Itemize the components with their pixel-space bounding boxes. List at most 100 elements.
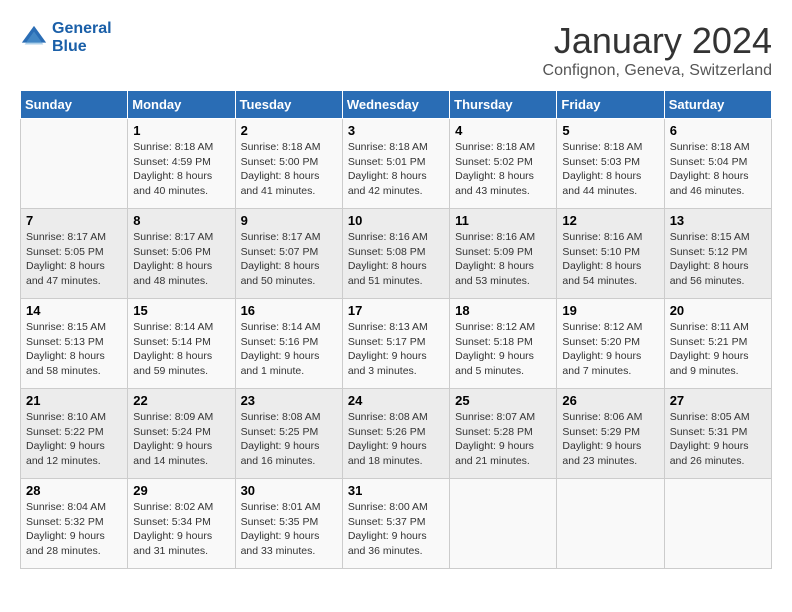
day-info: Sunrise: 8:18 AM Sunset: 5:02 PM Dayligh… — [455, 140, 551, 199]
calendar-cell: 4 Sunrise: 8:18 AM Sunset: 5:02 PM Daylig… — [450, 119, 557, 209]
calendar-cell: 16 Sunrise: 8:14 AM Sunset: 5:16 PM Dayli… — [235, 299, 342, 389]
calendar-title: January 2024 — [543, 20, 772, 62]
calendar-cell: 15 Sunrise: 8:14 AM Sunset: 5:14 PM Dayli… — [128, 299, 235, 389]
day-info: Sunrise: 8:17 AM Sunset: 5:07 PM Dayligh… — [241, 230, 337, 289]
day-number: 21 — [26, 393, 122, 408]
day-number: 1 — [133, 123, 229, 138]
day-info: Sunrise: 8:16 AM Sunset: 5:10 PM Dayligh… — [562, 230, 658, 289]
day-number: 8 — [133, 213, 229, 228]
calendar-subtitle: Confignon, Geneva, Switzerland — [543, 62, 772, 80]
calendar-cell: 2 Sunrise: 8:18 AM Sunset: 5:00 PM Daylig… — [235, 119, 342, 209]
calendar-cell — [21, 119, 128, 209]
day-info: Sunrise: 8:15 AM Sunset: 5:12 PM Dayligh… — [670, 230, 766, 289]
column-header-tuesday: Tuesday — [235, 91, 342, 119]
calendar-cell: 25 Sunrise: 8:07 AM Sunset: 5:28 PM Dayli… — [450, 389, 557, 479]
column-header-saturday: Saturday — [664, 91, 771, 119]
day-number: 10 — [348, 213, 444, 228]
day-info: Sunrise: 8:18 AM Sunset: 5:03 PM Dayligh… — [562, 140, 658, 199]
day-info: Sunrise: 8:12 AM Sunset: 5:20 PM Dayligh… — [562, 320, 658, 379]
day-number: 14 — [26, 303, 122, 318]
day-info: Sunrise: 8:04 AM Sunset: 5:32 PM Dayligh… — [26, 500, 122, 559]
column-header-wednesday: Wednesday — [342, 91, 449, 119]
calendar-cell: 6 Sunrise: 8:18 AM Sunset: 5:04 PM Daylig… — [664, 119, 771, 209]
day-info: Sunrise: 8:18 AM Sunset: 5:00 PM Dayligh… — [241, 140, 337, 199]
day-number: 17 — [348, 303, 444, 318]
calendar-cell: 8 Sunrise: 8:17 AM Sunset: 5:06 PM Daylig… — [128, 209, 235, 299]
logo-icon — [20, 24, 48, 52]
logo-text: General Blue — [52, 20, 112, 56]
day-info: Sunrise: 8:14 AM Sunset: 5:16 PM Dayligh… — [241, 320, 337, 379]
day-info: Sunrise: 8:13 AM Sunset: 5:17 PM Dayligh… — [348, 320, 444, 379]
calendar-week-row: 21 Sunrise: 8:10 AM Sunset: 5:22 PM Dayli… — [21, 389, 772, 479]
day-number: 4 — [455, 123, 551, 138]
day-info: Sunrise: 8:08 AM Sunset: 5:25 PM Dayligh… — [241, 410, 337, 469]
day-number: 25 — [455, 393, 551, 408]
calendar-cell: 28 Sunrise: 8:04 AM Sunset: 5:32 PM Dayli… — [21, 479, 128, 569]
day-info: Sunrise: 8:05 AM Sunset: 5:31 PM Dayligh… — [670, 410, 766, 469]
day-info: Sunrise: 8:07 AM Sunset: 5:28 PM Dayligh… — [455, 410, 551, 469]
day-info: Sunrise: 8:01 AM Sunset: 5:35 PM Dayligh… — [241, 500, 337, 559]
column-header-thursday: Thursday — [450, 91, 557, 119]
day-info: Sunrise: 8:12 AM Sunset: 5:18 PM Dayligh… — [455, 320, 551, 379]
day-number: 31 — [348, 483, 444, 498]
day-number: 24 — [348, 393, 444, 408]
day-number: 30 — [241, 483, 337, 498]
day-info: Sunrise: 8:16 AM Sunset: 5:09 PM Dayligh… — [455, 230, 551, 289]
day-info: Sunrise: 8:18 AM Sunset: 5:04 PM Dayligh… — [670, 140, 766, 199]
logo: General Blue — [20, 20, 112, 56]
day-info: Sunrise: 8:10 AM Sunset: 5:22 PM Dayligh… — [26, 410, 122, 469]
calendar-table: SundayMondayTuesdayWednesdayThursdayFrid… — [20, 90, 772, 569]
day-number: 19 — [562, 303, 658, 318]
calendar-cell: 31Sunrise: 8:00 AM Sunset: 5:37 PM Dayli… — [342, 479, 449, 569]
calendar-cell: 24 Sunrise: 8:08 AM Sunset: 5:26 PM Dayli… — [342, 389, 449, 479]
day-info: Sunrise: 8:14 AM Sunset: 5:14 PM Dayligh… — [133, 320, 229, 379]
day-number: 27 — [670, 393, 766, 408]
calendar-cell: 10 Sunrise: 8:16 AM Sunset: 5:08 PM Dayli… — [342, 209, 449, 299]
day-number: 3 — [348, 123, 444, 138]
day-number: 7 — [26, 213, 122, 228]
calendar-cell: 13 Sunrise: 8:15 AM Sunset: 5:12 PM Dayli… — [664, 209, 771, 299]
day-info: Sunrise: 8:16 AM Sunset: 5:08 PM Dayligh… — [348, 230, 444, 289]
calendar-cell: 17 Sunrise: 8:13 AM Sunset: 5:17 PM Dayli… — [342, 299, 449, 389]
day-info: Sunrise: 8:08 AM Sunset: 5:26 PM Dayligh… — [348, 410, 444, 469]
calendar-cell — [450, 479, 557, 569]
day-number: 13 — [670, 213, 766, 228]
day-info: Sunrise: 8:17 AM Sunset: 5:06 PM Dayligh… — [133, 230, 229, 289]
calendar-cell: 23 Sunrise: 8:08 AM Sunset: 5:25 PM Dayli… — [235, 389, 342, 479]
calendar-week-row: 7 Sunrise: 8:17 AM Sunset: 5:05 PM Daylig… — [21, 209, 772, 299]
calendar-cell: 18 Sunrise: 8:12 AM Sunset: 5:18 PM Dayli… — [450, 299, 557, 389]
day-info: Sunrise: 8:15 AM Sunset: 5:13 PM Dayligh… — [26, 320, 122, 379]
day-number: 6 — [670, 123, 766, 138]
calendar-week-row: 14 Sunrise: 8:15 AM Sunset: 5:13 PM Dayli… — [21, 299, 772, 389]
day-info: Sunrise: 8:18 AM Sunset: 4:59 PM Dayligh… — [133, 140, 229, 199]
calendar-week-row: 1 Sunrise: 8:18 AM Sunset: 4:59 PM Daylig… — [21, 119, 772, 209]
day-number: 28 — [26, 483, 122, 498]
day-number: 15 — [133, 303, 229, 318]
day-number: 22 — [133, 393, 229, 408]
column-header-monday: Monday — [128, 91, 235, 119]
calendar-cell: 21 Sunrise: 8:10 AM Sunset: 5:22 PM Dayli… — [21, 389, 128, 479]
calendar-cell: 1 Sunrise: 8:18 AM Sunset: 4:59 PM Daylig… — [128, 119, 235, 209]
calendar-cell: 29Sunrise: 8:02 AM Sunset: 5:34 PM Dayli… — [128, 479, 235, 569]
day-number: 12 — [562, 213, 658, 228]
day-number: 9 — [241, 213, 337, 228]
calendar-cell: 7 Sunrise: 8:17 AM Sunset: 5:05 PM Daylig… — [21, 209, 128, 299]
calendar-cell — [557, 479, 664, 569]
day-number: 5 — [562, 123, 658, 138]
day-number: 29 — [133, 483, 229, 498]
calendar-cell: 5 Sunrise: 8:18 AM Sunset: 5:03 PM Daylig… — [557, 119, 664, 209]
calendar-cell: 26Sunrise: 8:06 AM Sunset: 5:29 PM Dayli… — [557, 389, 664, 479]
title-section: January 2024 Confignon, Geneva, Switzerl… — [543, 20, 772, 80]
calendar-cell: 11Sunrise: 8:16 AM Sunset: 5:09 PM Dayli… — [450, 209, 557, 299]
calendar-cell: 12 Sunrise: 8:16 AM Sunset: 5:10 PM Dayli… — [557, 209, 664, 299]
day-number: 23 — [241, 393, 337, 408]
day-number: 26 — [562, 393, 658, 408]
day-info: Sunrise: 8:17 AM Sunset: 5:05 PM Dayligh… — [26, 230, 122, 289]
calendar-cell: 3Sunrise: 8:18 AM Sunset: 5:01 PM Daylig… — [342, 119, 449, 209]
column-header-sunday: Sunday — [21, 91, 128, 119]
day-number: 18 — [455, 303, 551, 318]
day-number: 16 — [241, 303, 337, 318]
calendar-cell: 20Sunrise: 8:11 AM Sunset: 5:21 PM Dayli… — [664, 299, 771, 389]
day-number: 2 — [241, 123, 337, 138]
page-header: General Blue January 2024 Confignon, Gen… — [20, 20, 772, 80]
